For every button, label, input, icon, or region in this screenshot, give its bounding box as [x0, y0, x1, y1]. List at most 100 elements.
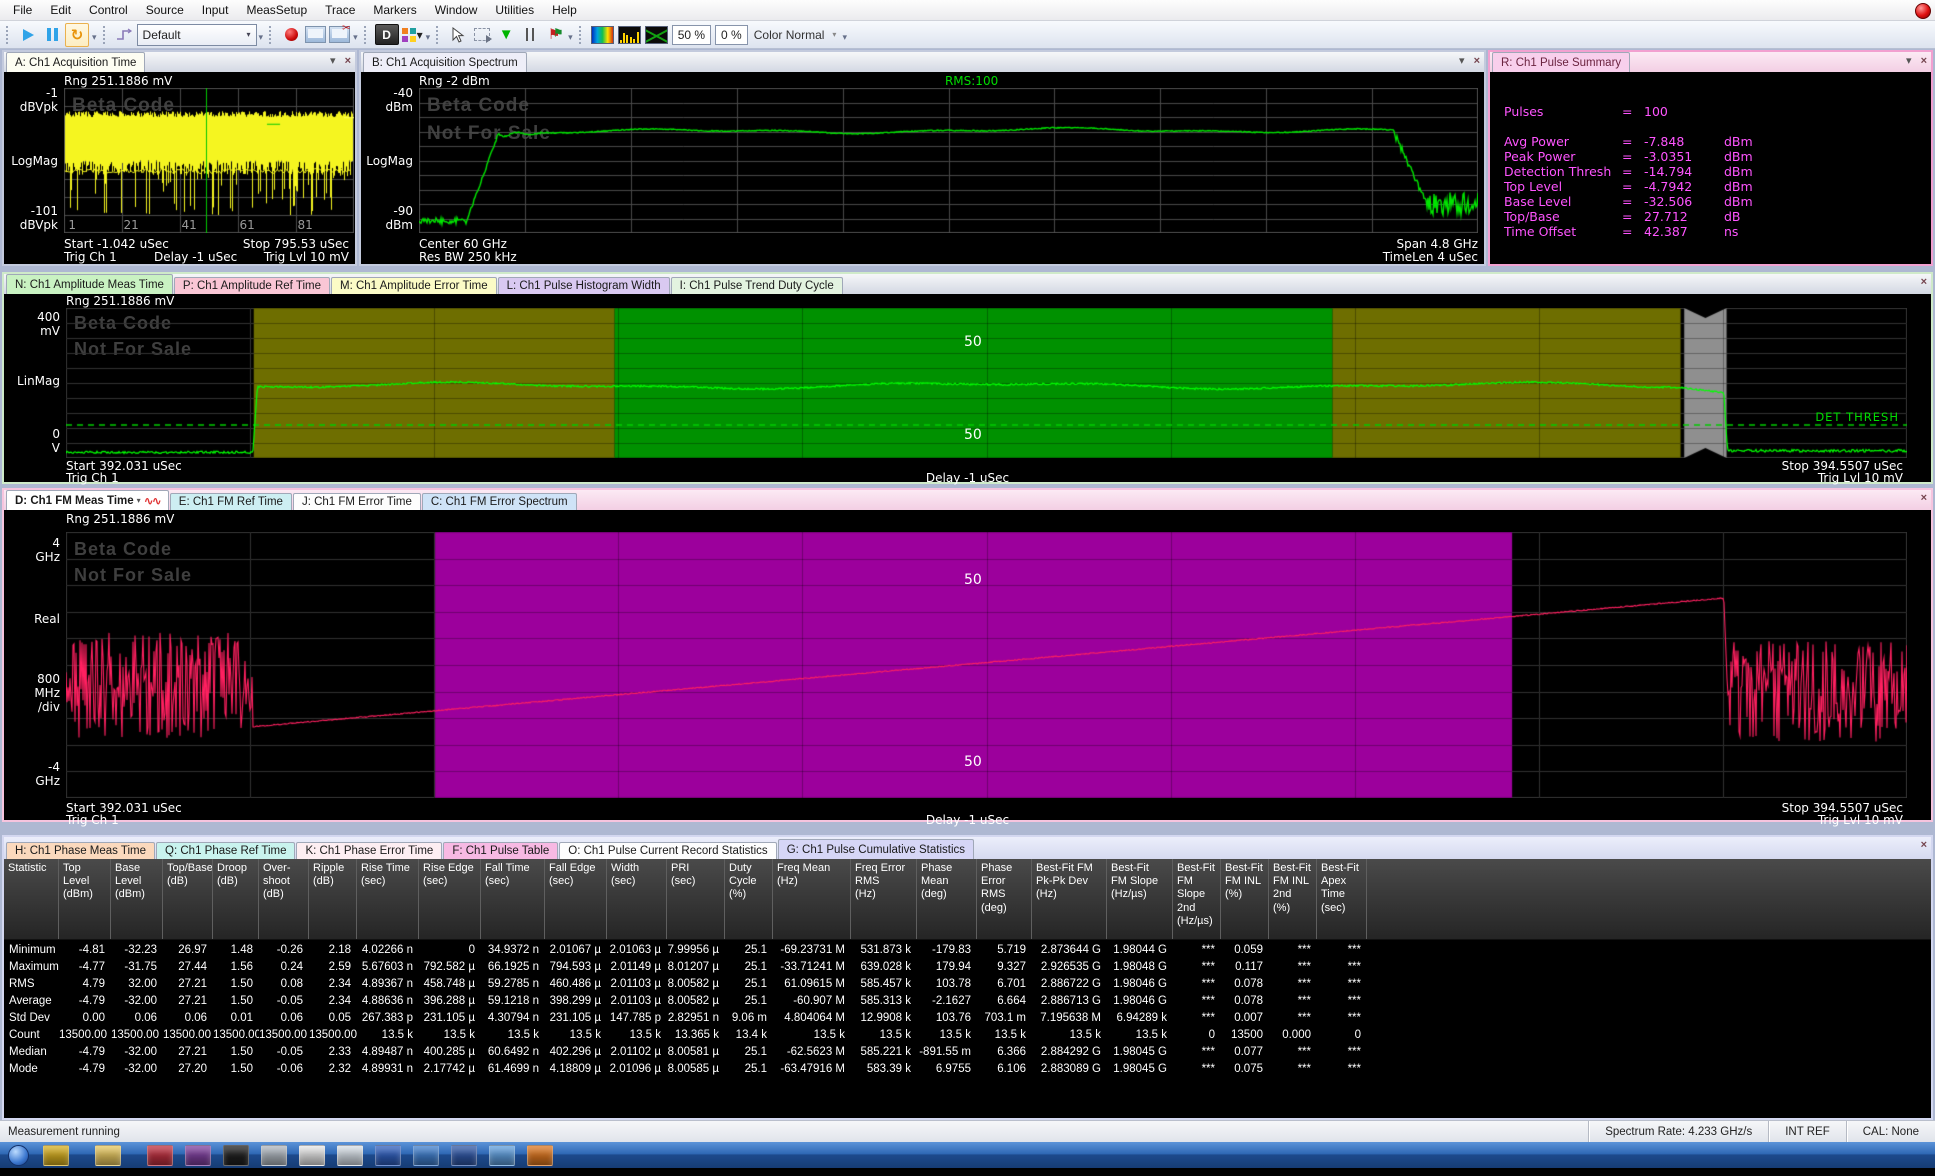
menu-item-file[interactable]: File: [4, 1, 41, 19]
record-button[interactable]: [280, 24, 302, 46]
pause-button[interactable]: [41, 24, 63, 46]
tab-stats-2[interactable]: K: Ch1 Phase Error Time: [296, 842, 442, 859]
toolbar-overflow-icon[interactable]: ▾: [353, 32, 358, 43]
tab-stats-0[interactable]: H: Ch1 Phase Meas Time: [6, 842, 155, 859]
pointer-tool-button[interactable]: [447, 24, 469, 46]
menu-item-control[interactable]: Control: [80, 1, 137, 19]
tab-fm-2[interactable]: J: Ch1 FM Error Time: [293, 493, 421, 510]
tab-amplitude-0[interactable]: N: Ch1 Amplitude Meas Time: [6, 274, 173, 294]
panel-fm: D: Ch1 FM Meas Time▾∿∿E: Ch1 FM Ref Time…: [2, 488, 1933, 822]
menu-item-edit[interactable]: Edit: [41, 1, 80, 19]
panel-close-icon[interactable]: ×: [1921, 492, 1927, 504]
taskbar-icon[interactable]: [375, 1145, 401, 1166]
taskbar-icon[interactable]: [223, 1145, 249, 1166]
amplitude-plot[interactable]: Beta CodeNot For Sale 50 50 DET THRESH: [66, 308, 1907, 458]
spectrum-view-button[interactable]: [617, 24, 642, 46]
panel-collapse-icon[interactable]: ▾: [1459, 54, 1465, 67]
toolbar-overflow-icon[interactable]: ▾: [568, 32, 573, 43]
recording-display-button[interactable]: [304, 24, 326, 46]
rms-averaging-label: RMS:100: [945, 74, 998, 88]
transparency-input[interactable]: 50 %: [672, 25, 711, 45]
play-button[interactable]: [17, 24, 39, 46]
band-select-tool-button[interactable]: [471, 24, 493, 46]
color-mode-dropdown[interactable]: Color Normal ▾: [750, 25, 841, 45]
stats-cell: 0.08: [259, 977, 309, 994]
panel-close-icon[interactable]: ×: [1921, 55, 1927, 67]
tab-stats-4[interactable]: O: Ch1 Pulse Current Record Statistics: [559, 842, 776, 859]
stats-cell: 8.00581 µ: [667, 1045, 725, 1062]
stats-cell: 7.195638 M: [1032, 1011, 1107, 1028]
spectrogram-view-button[interactable]: [590, 24, 615, 46]
tab-amplitude-4[interactable]: I: Ch1 Pulse Trend Duty Cycle: [671, 277, 843, 294]
trigger-setup-button[interactable]: [114, 24, 136, 46]
data-registers-button[interactable]: D: [375, 24, 399, 45]
tab-stats-1[interactable]: Q: Ch1 Phase Ref Time: [156, 842, 295, 859]
menu-item-markers[interactable]: Markers: [364, 1, 425, 19]
tab-stats-5[interactable]: G: Ch1 Pulse Cumulative Statistics: [778, 839, 974, 859]
toolbar-overflow-icon[interactable]: ▾: [842, 32, 847, 43]
stats-cell: 60.6492 n: [481, 1045, 545, 1062]
menu-item-help[interactable]: Help: [543, 1, 586, 19]
taskbar-icon[interactable]: [527, 1145, 553, 1166]
acquisition-spectrum-plot[interactable]: Beta CodeNot For Sale: [419, 88, 1478, 233]
layout-grid-button[interactable]: ▾: [401, 24, 423, 46]
marker-flag-button[interactable]: ⚑⚑: [543, 24, 565, 46]
menu-item-source[interactable]: Source: [137, 1, 193, 19]
taskbar-icon[interactable]: [299, 1145, 325, 1166]
toolbar-overflow-icon[interactable]: ▾: [92, 32, 97, 43]
tab-stats-3[interactable]: F: Ch1 Pulse Table: [443, 842, 558, 859]
menu-item-window[interactable]: Window: [426, 1, 487, 19]
constellation-view-button[interactable]: [644, 24, 669, 46]
toolbar-overflow-icon[interactable]: ▾: [426, 32, 431, 43]
taskbar-icon[interactable]: [95, 1145, 121, 1166]
toolbar-overflow-icon[interactable]: ▾: [259, 32, 264, 43]
recording-discard-button[interactable]: ✂: [328, 24, 350, 46]
taskbar-icon[interactable]: [413, 1145, 439, 1166]
panel-close-icon[interactable]: ×: [345, 55, 351, 67]
tab-amplitude-2[interactable]: M: Ch1 Amplitude Error Time: [331, 277, 497, 294]
taskbar-icon[interactable]: [185, 1145, 211, 1166]
panel-close-icon[interactable]: ×: [1921, 839, 1927, 851]
taskbar-icon[interactable]: [43, 1145, 69, 1166]
window-close-orb[interactable]: [1915, 3, 1931, 19]
band-marker-button[interactable]: [519, 24, 541, 46]
threshold-input[interactable]: 0 %: [715, 25, 748, 45]
panel-close-icon[interactable]: ×: [1921, 276, 1927, 288]
menu-item-input[interactable]: Input: [193, 1, 238, 19]
restart-button[interactable]: ↻: [65, 23, 89, 47]
tab-amplitude-3[interactable]: L: Ch1 Pulse Histogram Width: [498, 277, 670, 294]
spectrum-icon: [618, 26, 641, 44]
tab-fm-3[interactable]: C: Ch1 FM Error Spectrum: [422, 493, 577, 510]
tab-acquisition-time[interactable]: A: Ch1 Acquisition Time: [6, 52, 145, 72]
panel-close-icon[interactable]: ×: [1474, 55, 1480, 67]
taskbar-icon[interactable]: [337, 1145, 363, 1166]
tab-fm-0[interactable]: D: Ch1 FM Meas Time▾∿∿: [6, 490, 169, 510]
panel-collapse-icon[interactable]: ▾: [330, 54, 336, 67]
stats-cell: 6.106: [977, 1062, 1032, 1079]
stats-cell: 639.028 k: [851, 960, 917, 977]
panel-collapse-icon[interactable]: ▾: [1906, 54, 1912, 67]
stats-cell: ***: [1173, 1045, 1221, 1062]
marker-to-peak-button[interactable]: ▼: [495, 24, 517, 46]
fm-plot[interactable]: Beta CodeNot For Sale 50 50: [66, 532, 1907, 798]
taskbar-icon[interactable]: [261, 1145, 287, 1166]
menu-item-trace[interactable]: Trace: [316, 1, 364, 19]
stats-cell: ***: [1269, 977, 1317, 994]
preset-dropdown[interactable]: Default ▾: [137, 24, 257, 46]
taskbar-icon[interactable]: [147, 1145, 173, 1166]
acquisition-time-plot[interactable]: Beta CodeNot For Sale 121416181: [64, 88, 354, 233]
toolbar-grip: [436, 26, 441, 44]
start-button[interactable]: [8, 1145, 29, 1166]
tab-dropdown-icon[interactable]: ▾: [137, 496, 141, 505]
tab-pulse-summary[interactable]: R: Ch1 Pulse Summary: [1492, 52, 1630, 72]
menu-item-utilities[interactable]: Utilities: [486, 1, 543, 19]
tab-amplitude-1[interactable]: P: Ch1 Amplitude Ref Time: [174, 277, 330, 294]
tab-acquisition-spectrum[interactable]: B: Ch1 Acquisition Spectrum: [363, 52, 527, 72]
taskbar-icon[interactable]: [489, 1145, 515, 1166]
taskbar-icon[interactable]: [451, 1145, 477, 1166]
stats-col-header: Best-Fit FM Slope (Hz/µs): [1107, 859, 1173, 939]
menu-item-meassetup[interactable]: MeasSetup: [237, 1, 316, 19]
pulse-number-marker: 50: [964, 572, 982, 588]
pulse-summary-label: Pulses: [1490, 104, 1622, 119]
tab-fm-1[interactable]: E: Ch1 FM Ref Time: [170, 493, 292, 510]
